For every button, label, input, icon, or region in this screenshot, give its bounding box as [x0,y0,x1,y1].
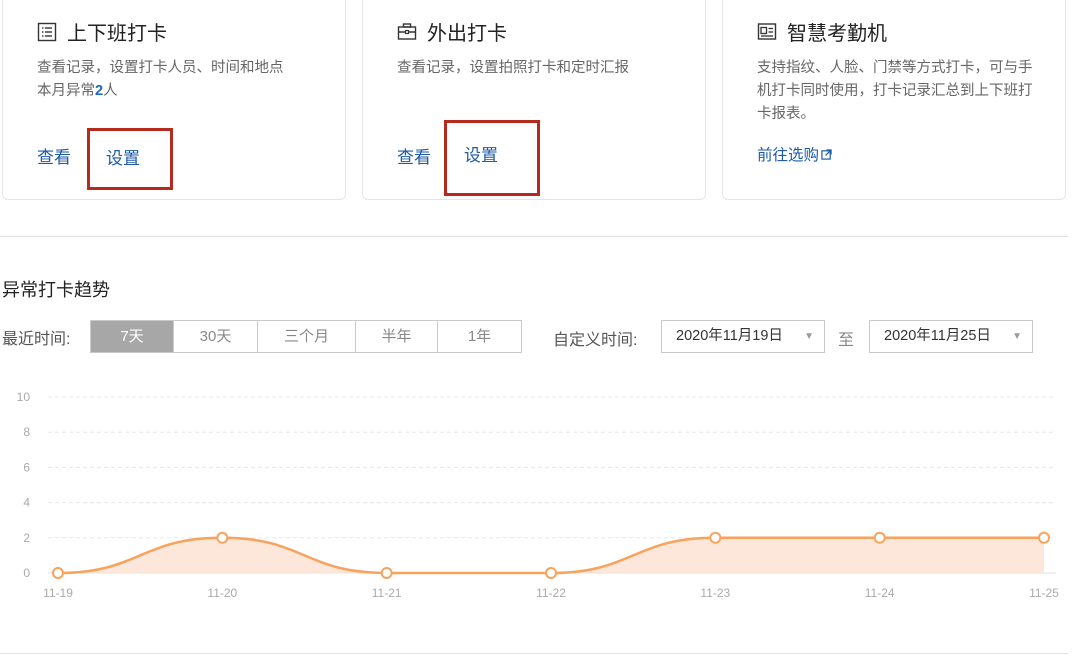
range-6m-button[interactable]: 半年 [356,321,438,352]
buy-machine-link[interactable]: 前往选购 [757,143,832,165]
x-tick-label: 11-19 [43,586,73,600]
card-description: 查看记录，设置打卡人员、时间和地点 本月异常2人 [37,57,322,103]
y-tick-label: 4 [23,496,30,510]
x-tick-label: 11-21 [372,586,402,600]
start-date-value: 2020年11月19日 [676,328,783,344]
y-tick-label: 2 [23,531,30,545]
abnormal-prefix: 本月异常 [37,83,95,99]
x-tick-label: 11-24 [865,586,895,600]
data-point [545,567,557,579]
data-point [1038,531,1050,544]
data-point [709,531,722,544]
y-tick-label: 8 [23,425,30,439]
view-records-link[interactable]: 查看 [397,143,431,168]
caret-down-icon: ▼ [804,331,814,342]
custom-time-label: 自定义时间: [553,332,638,349]
y-tick-label: 6 [23,460,30,474]
card-actions: 查看 设置 [397,120,540,196]
end-date-select[interactable]: 2020年11月25日 ▼ [869,320,1033,353]
card-title: 上下班打卡 [67,23,167,45]
card-field-check-in: 外出打卡 查看记录，设置拍照打卡和定时汇报 查看 设置 [362,0,706,200]
card-header: 外出打卡 [397,17,507,46]
data-point [873,531,886,544]
range-7d-button[interactable]: 7天 [91,321,174,352]
start-date-select[interactable]: 2020年11月19日 ▼ [661,320,825,353]
briefcase-icon [397,22,417,40]
attendance-machine-icon [757,22,777,40]
card-header: 智慧考勤机 [757,17,887,46]
abnormal-summary: 本月异常2人 [37,80,322,103]
card-desc-line: 查看记录，设置打卡人员、时间和地点 [37,60,284,76]
external-link-icon [821,149,832,160]
range-30d-button[interactable]: 30天 [174,321,258,352]
card-title: 外出打卡 [427,23,507,45]
x-tick-label: 11-20 [207,586,237,600]
abnormal-suffix: 人 [103,83,118,99]
card-desc-line: 支持指纹、人脸、门禁等方式打卡，可与手机打卡同时使用，打卡记录汇总到上下班打卡报… [757,60,1033,122]
list-icon [37,22,57,41]
to-label: 至 [838,332,855,349]
card-attendance-machine: 智慧考勤机 支持指纹、人脸、门禁等方式打卡，可与手机打卡同时使用，打卡记录汇总到… [722,0,1066,200]
settings-button[interactable]: 设置 [444,120,540,196]
range-segmented-control: 7天 30天 三个月 半年 1年 [90,320,522,353]
card-title: 智慧考勤机 [787,23,887,45]
section-divider [0,236,1068,237]
x-tick-label: 11-22 [536,586,566,600]
buy-link-label: 前往选购 [757,147,820,164]
recent-time-label: 最近时间: [2,330,71,348]
view-records-link[interactable]: 查看 [37,143,71,168]
abnormal-count: 2 [95,83,104,99]
caret-down-icon: ▼ [1012,331,1022,342]
y-tick-label: 10 [17,390,31,404]
bottom-divider [0,653,1068,654]
section-title: 异常打卡趋势 [2,280,110,300]
card-description: 支持指纹、人脸、门禁等方式打卡，可与手机打卡同时使用，打卡记录汇总到上下班打卡报… [757,57,1042,126]
range-1y-button[interactable]: 1年 [438,321,521,352]
data-point [380,567,393,579]
y-tick-label: 0 [23,566,30,580]
time-range-row: 最近时间: 7天 30天 三个月 半年 1年 [2,320,522,353]
card-actions: 前往选购 [757,143,832,165]
card-clock-in-out: 上下班打卡 查看记录，设置打卡人员、时间和地点 本月异常2人 查看 设置 [2,0,346,200]
range-3m-button[interactable]: 三个月 [258,321,356,352]
x-tick-label: 11-23 [700,586,730,600]
abnormal-trend-chart: 0 2 4 6 8 10 11-19 11-20 11-21 11-22 11-23 11-24 11-… [17,390,1060,600]
x-tick-label: 11-25 [1029,586,1059,600]
end-date-value: 2020年11月25日 [884,328,991,344]
card-desc-line: 查看记录，设置拍照打卡和定时汇报 [397,60,629,76]
data-point [52,567,64,579]
settings-button[interactable]: 设置 [87,128,173,190]
card-description: 查看记录，设置拍照打卡和定时汇报 [397,57,682,80]
card-actions: 查看 设置 [37,128,173,190]
card-header: 上下班打卡 [37,17,167,46]
data-point [216,531,229,544]
